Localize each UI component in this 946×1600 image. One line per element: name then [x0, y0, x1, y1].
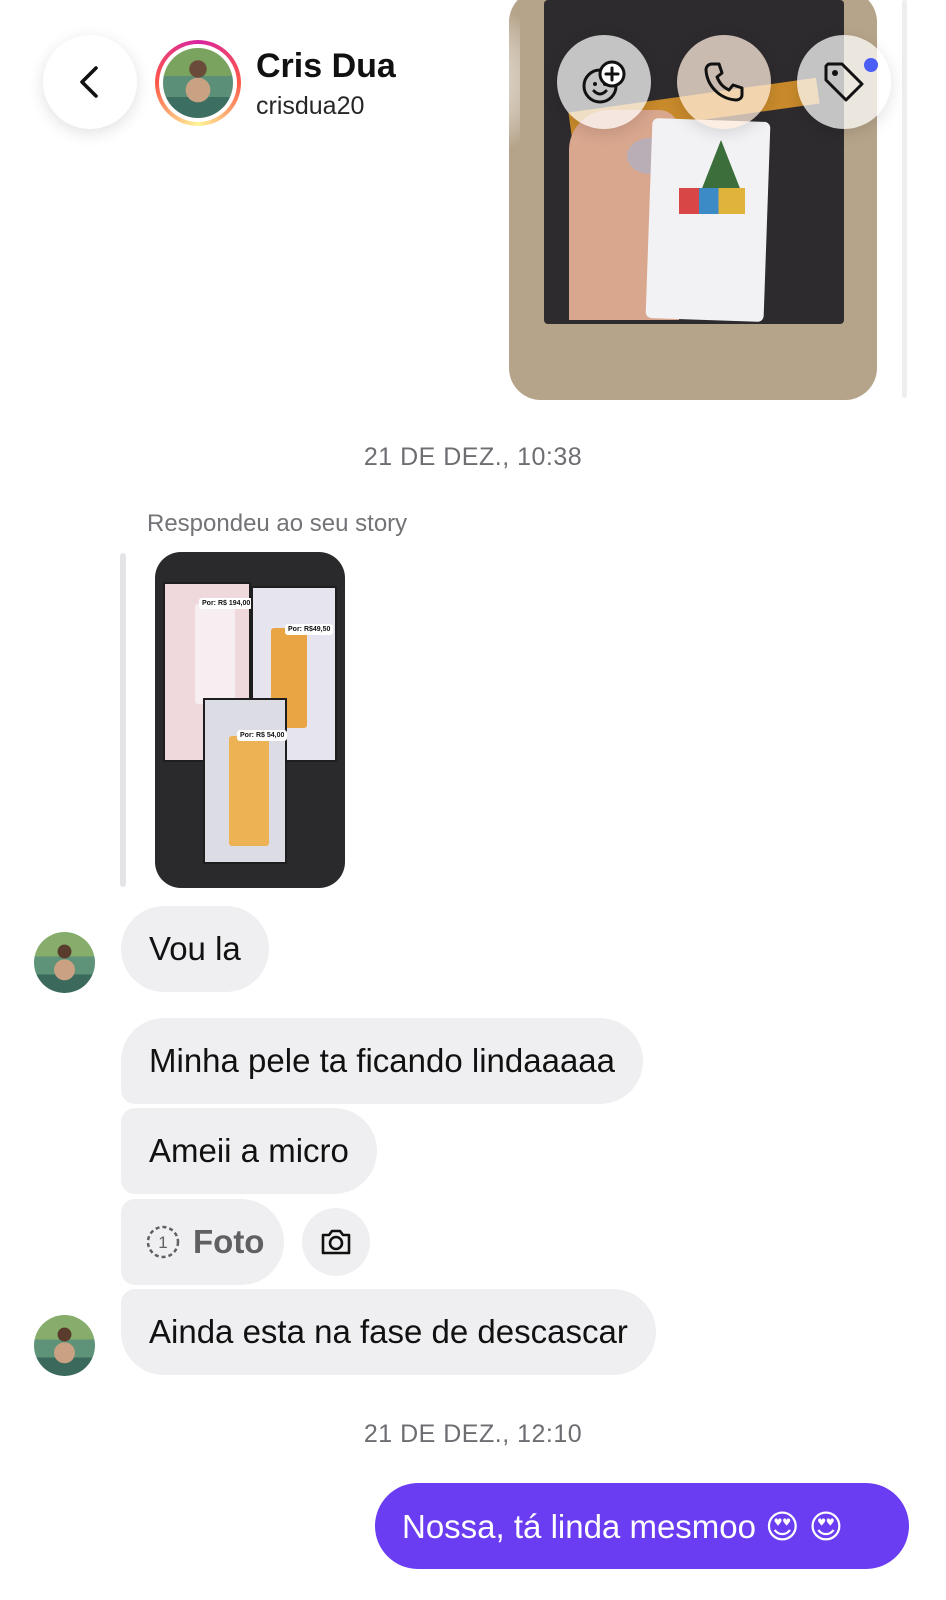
phone-icon	[704, 62, 744, 102]
timestamp: 21 DE DEZ., 12:10	[363, 1420, 583, 1448]
received-message[interactable]: Ameii a micro	[121, 1108, 377, 1194]
sent-message[interactable]: Nossa, tá linda mesmoo 😍 😍	[375, 1483, 909, 1569]
tag-icon	[824, 62, 864, 102]
reply-indicator-line	[120, 553, 126, 887]
sticker-button[interactable]	[557, 35, 651, 129]
price-label: Por: R$ 194,00	[199, 598, 254, 609]
received-message[interactable]: Minha pele ta ficando lindaaaaa	[121, 1018, 644, 1104]
camera-reply-button[interactable]	[302, 1208, 370, 1276]
view-once-count: 1	[158, 1233, 167, 1252]
replied-story-thumbnail[interactable]: Por: R$ 194,00 Por: R$49,50 Por: R$ 54,0…	[155, 552, 345, 888]
story-gifts	[679, 188, 745, 214]
contact-name[interactable]: Cris Dua	[256, 47, 396, 86]
sender-avatar[interactable]	[34, 1315, 95, 1376]
sticker-add-icon	[582, 60, 626, 104]
back-icon	[80, 66, 98, 98]
timestamp: 21 DE DEZ., 10:38	[363, 443, 583, 471]
sender-avatar[interactable]	[34, 932, 95, 993]
received-message[interactable]: Ainda esta na fase de descascar	[121, 1289, 656, 1375]
back-button[interactable]	[43, 35, 137, 129]
scroll-indicator	[902, 0, 907, 398]
story-reply-label: Respondeu ao seu story	[147, 510, 408, 537]
call-button[interactable]	[677, 35, 771, 129]
contact-photo	[163, 48, 233, 118]
product-box	[195, 604, 235, 704]
received-message[interactable]: Vou la	[121, 906, 269, 992]
photo-label: Foto	[193, 1223, 265, 1260]
notification-dot	[864, 58, 878, 72]
product-box	[229, 736, 269, 846]
tag-button[interactable]	[797, 35, 891, 129]
price-label: Por: R$49,50	[285, 624, 334, 635]
view-once-photo[interactable]: 1 Foto	[121, 1199, 284, 1285]
contact-avatar[interactable]	[155, 40, 241, 126]
price-label: Por: R$ 54,00	[237, 730, 288, 741]
contact-username[interactable]: crisdua20	[256, 92, 364, 121]
camera-icon	[321, 1229, 351, 1255]
story-screenshot: Por: R$ 54,00	[203, 698, 288, 864]
view-once-icon: 1	[146, 1225, 180, 1259]
